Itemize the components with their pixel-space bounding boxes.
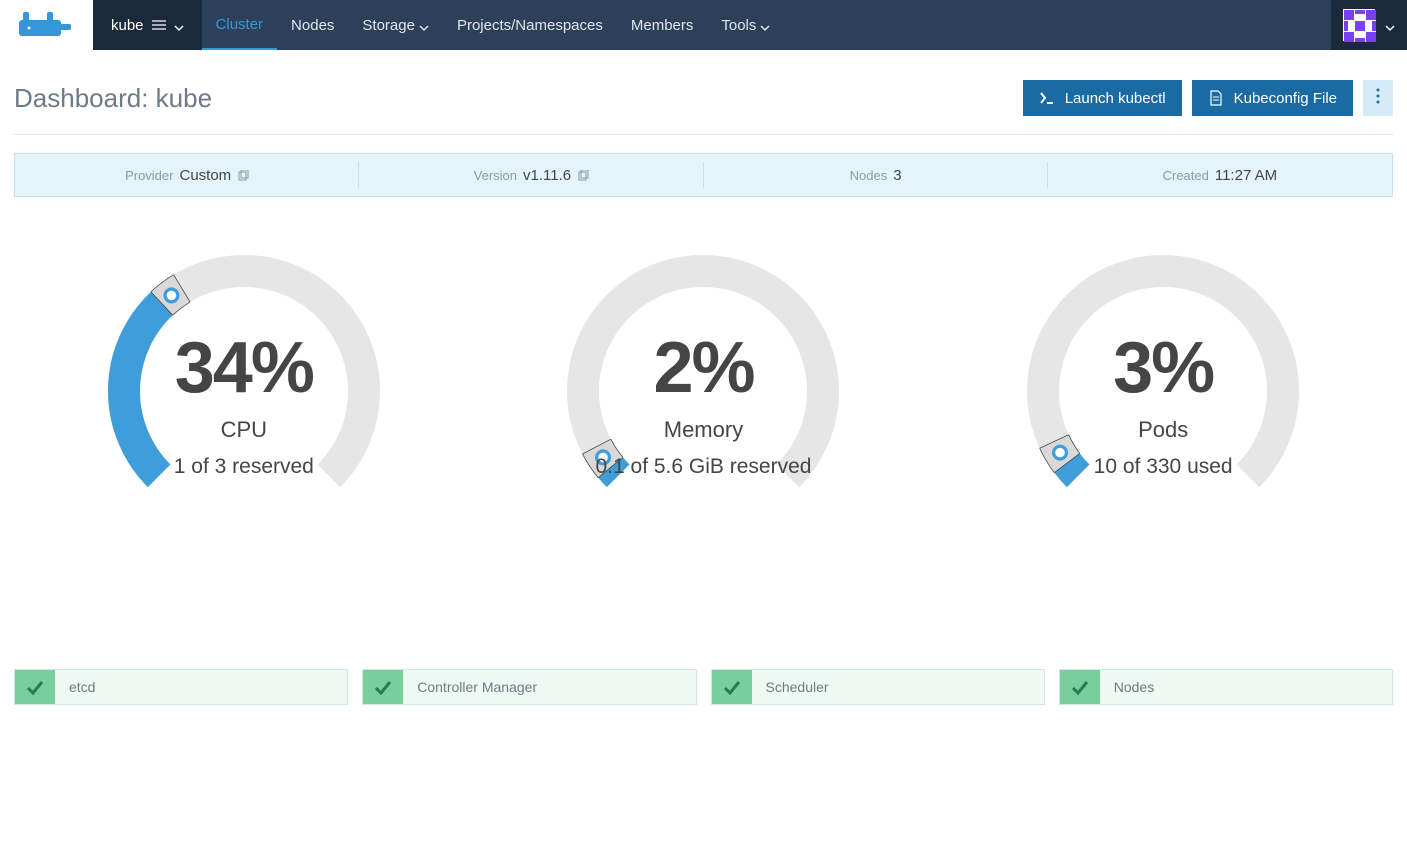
chevron-down-icon xyxy=(1385,20,1395,30)
gauge-percent: 3% xyxy=(1113,327,1213,409)
nav-item-cluster[interactable]: Cluster xyxy=(202,0,278,50)
chevron-down-icon xyxy=(174,20,184,30)
gauge-title: CPU xyxy=(221,417,267,443)
info-created: Created 11:27 AM xyxy=(1048,154,1392,196)
component-label: Controller Manager xyxy=(403,670,551,704)
gauge-title: Memory xyxy=(664,417,743,443)
gauge-title: Pods xyxy=(1138,417,1188,443)
gauges-row: 34% CPU 1 of 3 reserved 2% Memory 0.1 of 5.6 … xyxy=(14,197,1393,519)
kebab-icon xyxy=(1376,88,1380,108)
file-icon xyxy=(1208,90,1224,106)
component-label: Nodes xyxy=(1100,670,1168,704)
component-status-nodes: Nodes xyxy=(1059,669,1393,705)
check-icon xyxy=(15,670,55,704)
terminal-icon xyxy=(1039,90,1055,106)
cluster-selector[interactable]: kube xyxy=(93,0,202,50)
nav-item-members[interactable]: Members xyxy=(617,0,708,50)
more-actions-button[interactable] xyxy=(1363,80,1393,116)
copy-icon[interactable] xyxy=(237,169,249,181)
nav-item-storage[interactable]: Storage xyxy=(348,0,443,50)
info-version: Version v1.11.6 xyxy=(359,154,703,196)
copy-icon[interactable] xyxy=(577,169,589,181)
gauge-memory: 2% Memory 0.1 of 5.6 GiB reserved xyxy=(493,247,913,479)
chevron-down-icon xyxy=(419,20,429,30)
component-label: Scheduler xyxy=(752,670,843,704)
nav-item-nodes[interactable]: Nodes xyxy=(277,0,348,50)
cow-logo-icon xyxy=(17,10,77,40)
component-status-controller-manager: Controller Manager xyxy=(362,669,696,705)
chevron-down-icon xyxy=(760,20,770,30)
gauge-percent: 2% xyxy=(653,327,753,409)
gauge-subtitle: 1 of 3 reserved xyxy=(174,455,314,479)
components-row: etcd Controller Manager Scheduler Nodes xyxy=(14,519,1393,725)
cluster-selector-name: kube xyxy=(111,17,144,34)
info-provider: Provider Custom xyxy=(15,154,359,196)
nav-items: ClusterNodesStorageProjects/NamespacesMe… xyxy=(202,0,785,50)
check-icon xyxy=(1060,670,1100,704)
component-label: etcd xyxy=(55,670,109,704)
gauge-cpu: 34% CPU 1 of 3 reserved xyxy=(34,247,454,479)
check-icon xyxy=(363,670,403,704)
user-menu[interactable] xyxy=(1331,0,1407,50)
gauge-subtitle: 0.1 of 5.6 GiB reserved xyxy=(596,455,812,479)
check-icon xyxy=(712,670,752,704)
component-status-scheduler: Scheduler xyxy=(711,669,1045,705)
launch-kubectl-button[interactable]: Launch kubectl xyxy=(1023,80,1182,116)
bars-icon xyxy=(152,18,166,32)
gauge-percent: 34% xyxy=(175,327,313,409)
nav-item-projects-namespaces[interactable]: Projects/Namespaces xyxy=(443,0,617,50)
page-header: Dashboard: kube Launch kubectl Kubeconfi… xyxy=(14,50,1393,135)
cluster-info-banner: Provider Custom Version v1.11.6 Nodes 3 … xyxy=(14,153,1393,197)
gauge-subtitle: 10 of 330 used xyxy=(1094,455,1233,479)
gauge-pods: 3% Pods 10 of 330 used xyxy=(953,247,1373,479)
component-status-etcd: etcd xyxy=(14,669,348,705)
rancher-logo[interactable] xyxy=(0,0,93,50)
kubeconfig-file-button[interactable]: Kubeconfig File xyxy=(1192,80,1353,116)
nav-item-tools[interactable]: Tools xyxy=(707,0,784,50)
avatar xyxy=(1343,9,1375,41)
info-nodes: Nodes 3 xyxy=(704,154,1048,196)
page-content: Dashboard: kube Launch kubectl Kubeconfi… xyxy=(0,50,1407,725)
top-nav: kube ClusterNodesStorageProjects/Namespa… xyxy=(0,0,1407,50)
page-title: Dashboard: kube xyxy=(14,83,212,114)
